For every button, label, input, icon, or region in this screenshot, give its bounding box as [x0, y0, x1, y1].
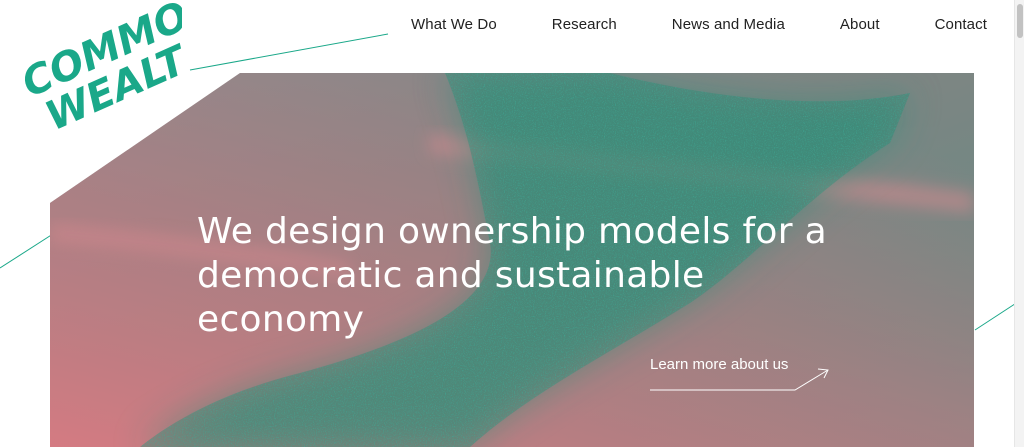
- main-nav: What We Do Research News and Media About…: [411, 14, 987, 35]
- arrow-up-right-icon: [650, 368, 829, 391]
- nav-item-research[interactable]: Research: [552, 14, 617, 35]
- hero-banner: We design ownership models for a democra…: [50, 73, 974, 447]
- page-scrollbar[interactable]: [1014, 0, 1024, 447]
- logo-icon: COMMON WEALTH: [15, 0, 182, 140]
- nav-item-what-we-do[interactable]: What We Do: [411, 14, 497, 35]
- hero-headline: We design ownership models for a democra…: [197, 211, 827, 340]
- nav-item-contact[interactable]: Contact: [935, 14, 987, 35]
- nav-item-about[interactable]: About: [840, 14, 880, 35]
- nav-item-news-and-media[interactable]: News and Media: [672, 14, 785, 35]
- logo[interactable]: COMMON WEALTH: [2, 0, 182, 140]
- scrollbar-thumb[interactable]: [1017, 4, 1023, 38]
- learn-more-link[interactable]: Learn more about us: [650, 356, 840, 396]
- page: COMMON WEALTH What We Do Research News a…: [0, 0, 1024, 447]
